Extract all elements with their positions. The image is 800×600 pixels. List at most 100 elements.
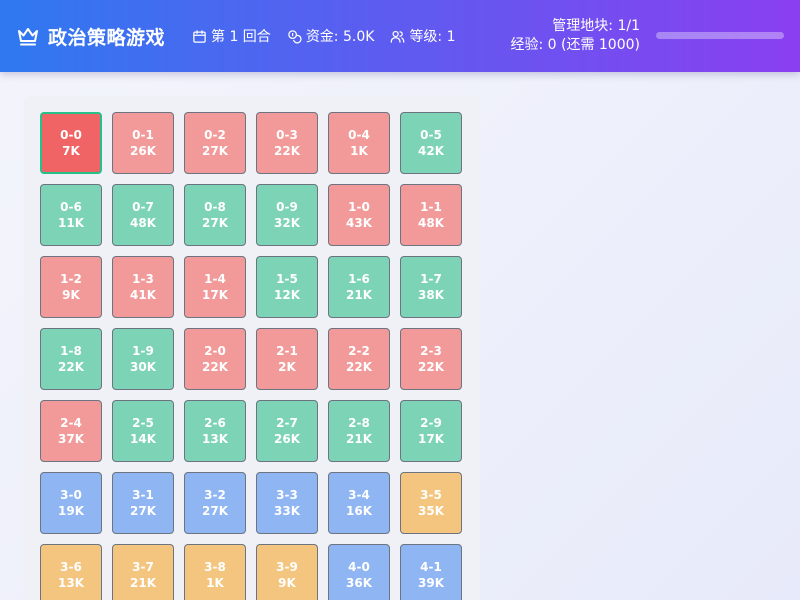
land-tile[interactable]: 1-3 41K <box>112 256 174 318</box>
tile-id: 0-2 <box>204 128 226 142</box>
tile-value: 30K <box>130 360 156 374</box>
land-tile[interactable]: 2-3 22K <box>400 328 462 390</box>
tile-value: 22K <box>202 360 228 374</box>
tile-value: 21K <box>346 432 372 446</box>
land-tile[interactable]: 4-0 36K <box>328 544 390 600</box>
progress-info: 管理地块: 1/1 经验: 0 (还需 1000) <box>510 17 640 55</box>
tile-value: 14K <box>130 432 156 446</box>
tile-value: 9K <box>278 576 296 590</box>
users-icon <box>390 29 409 44</box>
land-tile[interactable]: 3-4 16K <box>328 472 390 534</box>
land-tile[interactable]: 1-2 9K <box>40 256 102 318</box>
brand: 政治策略游戏 <box>16 22 165 50</box>
tile-id: 3-8 <box>204 560 226 574</box>
land-tile[interactable]: 3-5 35K <box>400 472 462 534</box>
tile-id: 4-1 <box>420 560 442 574</box>
land-tile[interactable]: 0-7 48K <box>112 184 174 246</box>
tile-id: 0-9 <box>276 200 298 214</box>
land-tile[interactable]: 1-5 12K <box>256 256 318 318</box>
tile-id: 1-2 <box>60 272 82 286</box>
land-tile[interactable]: 2-0 22K <box>184 328 246 390</box>
coins-icon <box>287 29 306 44</box>
land-tile[interactable]: 2-9 17K <box>400 400 462 462</box>
land-tile[interactable]: 3-8 1K <box>184 544 246 600</box>
land-tile[interactable]: 1-1 48K <box>400 184 462 246</box>
tile-value: 19K <box>58 504 84 518</box>
land-tile[interactable]: 3-7 21K <box>112 544 174 600</box>
land-tile[interactable]: 1-9 30K <box>112 328 174 390</box>
land-tile[interactable]: 0-1 26K <box>112 112 174 174</box>
level-stat: 等级: 1 <box>390 26 456 46</box>
tile-id: 2-3 <box>420 344 442 358</box>
land-tile[interactable]: 1-0 43K <box>328 184 390 246</box>
tile-value: 27K <box>202 504 228 518</box>
tile-id: 1-4 <box>204 272 226 286</box>
land-tile[interactable]: 3-9 9K <box>256 544 318 600</box>
land-tile[interactable]: 2-6 13K <box>184 400 246 462</box>
tile-id: 0-0 <box>60 128 82 142</box>
land-tile[interactable]: 0-5 42K <box>400 112 462 174</box>
tile-value: 27K <box>130 504 156 518</box>
tile-id: 2-1 <box>276 344 298 358</box>
turn-label: 第 1 回合 <box>211 29 271 45</box>
tile-id: 3-0 <box>60 488 82 502</box>
tile-value: 22K <box>418 360 444 374</box>
tile-id: 0-8 <box>204 200 226 214</box>
tile-id: 0-4 <box>348 128 370 142</box>
land-tile[interactable]: 2-8 21K <box>328 400 390 462</box>
tile-id: 3-9 <box>276 560 298 574</box>
calendar-icon <box>192 29 211 44</box>
land-tile[interactable]: 3-0 19K <box>40 472 102 534</box>
land-tile[interactable]: 2-2 22K <box>328 328 390 390</box>
tile-value: 22K <box>58 360 84 374</box>
tile-id: 1-3 <box>132 272 154 286</box>
land-tile[interactable]: 0-3 22K <box>256 112 318 174</box>
tile-id: 1-1 <box>420 200 442 214</box>
level-label: 等级: 1 <box>409 29 456 45</box>
tile-value: 17K <box>418 432 444 446</box>
land-tile[interactable]: 2-7 26K <box>256 400 318 462</box>
tile-id: 0-6 <box>60 200 82 214</box>
tile-value: 13K <box>58 576 84 590</box>
tile-id: 0-3 <box>276 128 298 142</box>
stats-bar: 第 1 回合 资金: 5.0K 等级: 1 <box>192 26 472 46</box>
tile-value: 27K <box>202 144 228 158</box>
tile-value: 41K <box>130 288 156 302</box>
tile-value: 1K <box>350 144 368 158</box>
tile-value: 22K <box>346 360 372 374</box>
land-tile[interactable]: 1-7 38K <box>400 256 462 318</box>
tile-id: 4-0 <box>348 560 370 574</box>
tile-value: 7K <box>62 144 80 158</box>
tile-id: 2-6 <box>204 416 226 430</box>
tile-id: 0-5 <box>420 128 442 142</box>
land-tile[interactable]: 1-6 21K <box>328 256 390 318</box>
tile-value: 21K <box>130 576 156 590</box>
tile-id: 1-5 <box>276 272 298 286</box>
tile-id: 1-6 <box>348 272 370 286</box>
land-tile[interactable]: 0-2 27K <box>184 112 246 174</box>
land-tile[interactable]: 0-6 11K <box>40 184 102 246</box>
land-tile[interactable]: 3-1 27K <box>112 472 174 534</box>
land-tile[interactable]: 0-0 7K <box>40 112 102 174</box>
land-tile[interactable]: 0-9 32K <box>256 184 318 246</box>
land-tile[interactable]: 0-4 1K <box>328 112 390 174</box>
land-tile[interactable]: 3-3 33K <box>256 472 318 534</box>
land-tile[interactable]: 3-2 27K <box>184 472 246 534</box>
tile-value: 37K <box>58 432 84 446</box>
tile-value: 22K <box>274 144 300 158</box>
land-tile[interactable]: 0-8 27K <box>184 184 246 246</box>
tile-id: 3-3 <box>276 488 298 502</box>
tile-id: 1-9 <box>132 344 154 358</box>
land-tile[interactable]: 4-1 39K <box>400 544 462 600</box>
land-tile[interactable]: 2-5 14K <box>112 400 174 462</box>
tile-value: 17K <box>202 288 228 302</box>
land-tile[interactable]: 3-6 13K <box>40 544 102 600</box>
land-tile[interactable]: 2-4 37K <box>40 400 102 462</box>
tile-id: 3-7 <box>132 560 154 574</box>
tile-value: 48K <box>130 216 156 230</box>
funds-stat: 资金: 5.0K <box>287 26 374 46</box>
tile-value: 26K <box>130 144 156 158</box>
land-tile[interactable]: 1-8 22K <box>40 328 102 390</box>
land-tile[interactable]: 1-4 17K <box>184 256 246 318</box>
land-tile[interactable]: 2-1 2K <box>256 328 318 390</box>
